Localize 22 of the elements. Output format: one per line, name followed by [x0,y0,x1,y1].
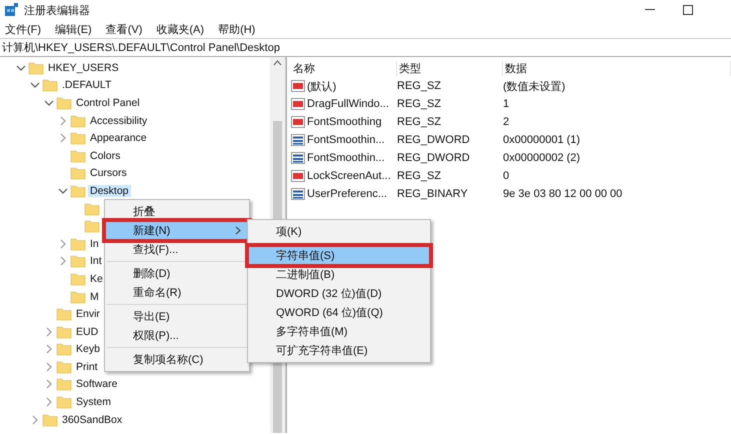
table-cell-text: 1 [503,98,510,110]
table-cell-text: REG_SZ [397,116,442,128]
table-cell-text: REG_SZ [397,80,442,92]
table-cell-text: REG_DWORD [397,152,471,164]
table-cell-text: REG_SZ [397,170,442,182]
table-cell-text: (默认) [307,80,336,94]
table-cell-text: REG_BINARY [397,188,469,200]
table-cell-text: REG_DWORD [397,134,471,146]
table-cell: FontSmoothing [307,116,382,128]
table-cell: FontSmoothin... [307,152,385,164]
table-cell-text: 2 [503,116,510,128]
table-cell-text: 9e 3e 03 80 12 00 00 00 [503,188,624,200]
window-title: 注册表编辑器 [24,4,90,18]
table-cell-text: REG_SZ [397,98,442,110]
table-cell-text: (数值未设置) [503,80,566,94]
table-cell: UserPreferenc... [307,188,388,200]
table-cell-text: 0 [503,170,510,182]
table-cell: LockScreenAut... [307,170,391,182]
table-cell-text: 0x00000001 (1) [503,134,582,146]
table-cell: FontSmoothin... [307,134,385,146]
table-cell: DragFullWindo... [307,98,389,110]
table-cell-text: 0x00000002 (2) [503,152,582,164]
